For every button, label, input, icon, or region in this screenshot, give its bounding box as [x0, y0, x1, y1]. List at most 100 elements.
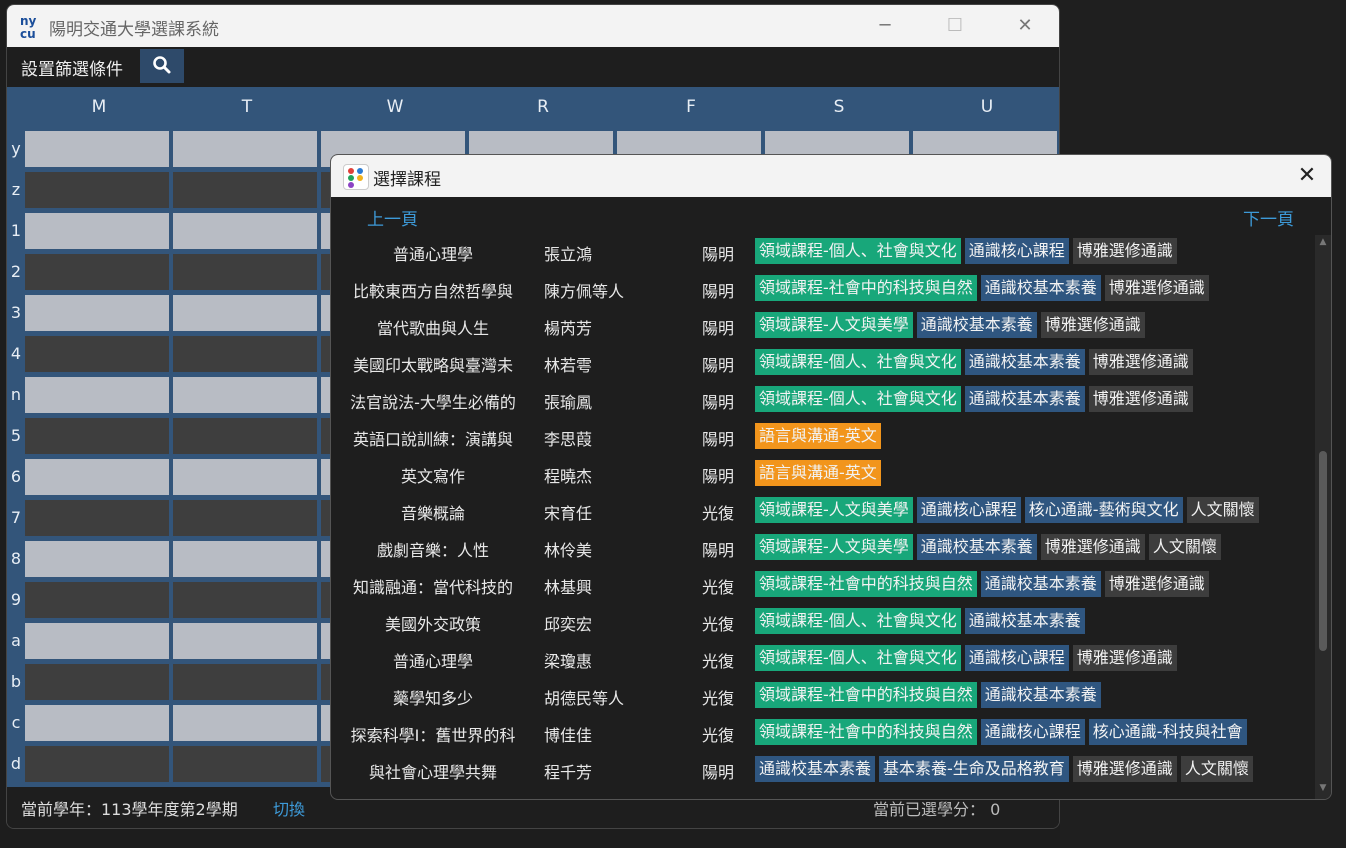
course-row[interactable]: 普通心理學 梁瓊惠 光復 領域課程-個人、社會與文化 通識核心課程 博雅選修通識	[331, 642, 1315, 679]
minimize-button[interactable]: ─	[865, 13, 905, 39]
schedule-cell[interactable]	[25, 746, 169, 782]
schedule-cell[interactable]	[25, 582, 169, 618]
schedule-cell[interactable]	[173, 541, 317, 577]
course-row[interactable]: 探索科學I：舊世界的科 博佳佳 光復 領域課程-社會中的科技與自然 通識核心課程 核心通識…	[331, 716, 1315, 753]
schedule-cell[interactable]	[25, 500, 169, 536]
nycu-logo-icon: ny cu	[20, 14, 37, 39]
period-label-9: 9	[10, 590, 22, 609]
course-row[interactable]: 與社會心理學共舞 程千芳 陽明 通識校基本素養 基本素養-生命及品格教育 博雅選修通識 人文…	[331, 753, 1315, 790]
window-title: 陽明交通大學選課系統	[49, 20, 219, 40]
schedule-cell[interactable]	[25, 418, 169, 454]
schedule-cell[interactable]	[173, 582, 317, 618]
course-name: 美國印太戰略與臺灣未	[352, 356, 513, 375]
current-term-label: 當前學年：113學年度第2學期	[21, 800, 238, 819]
schedule-cell[interactable]	[173, 705, 317, 741]
course-name: 普通心理學	[392, 652, 473, 671]
scrollbar[interactable]: ▲ ▼	[1315, 235, 1331, 799]
course-tag: 通識校基本素養	[964, 349, 1085, 375]
search-button[interactable]	[140, 49, 184, 83]
schedule-cell[interactable]	[25, 295, 169, 331]
course-row[interactable]: 英文寫作 程曉杰 陽明 語言與溝通-英文	[331, 457, 1315, 494]
schedule-cell[interactable]	[173, 213, 317, 249]
scroll-down-icon[interactable]: ▼	[1318, 783, 1328, 793]
course-teacher: 邱奕宏	[544, 615, 593, 634]
schedule-cell[interactable]	[173, 746, 317, 782]
schedule-cell[interactable]	[173, 254, 317, 290]
course-tags: 領域課程-個人、社會與文化 通識校基本素養	[755, 608, 1089, 634]
course-row[interactable]: 比較東西方自然哲學與 陳方佩等人 陽明 領域課程-社會中的科技與自然 通識校基本素養 博雅…	[331, 272, 1315, 309]
period-label-4: 4	[10, 344, 22, 363]
course-tag: 人文關懷	[1186, 497, 1259, 523]
course-tag: 博雅選修通識	[1040, 534, 1145, 560]
course-name: 英語口說訓練：演講與	[352, 430, 513, 449]
course-tag: 通識校基本素養	[980, 571, 1101, 597]
prev-page-link[interactable]: 上一頁	[367, 205, 418, 230]
course-tag: 語言與溝通-英文	[755, 423, 881, 449]
course-row[interactable]: 法官說法-大學生必備的 張瑜鳳 陽明 領域課程-個人、社會與文化 通識校基本素養 博雅選修…	[331, 383, 1315, 420]
scroll-thumb[interactable]	[1319, 451, 1327, 651]
course-row[interactable]: 當代歌曲與人生 楊芮芳 陽明 領域課程-人文與美學 通識校基本素養 博雅選修通識	[331, 309, 1315, 346]
schedule-cell[interactable]	[25, 664, 169, 700]
schedule-cell[interactable]	[173, 623, 317, 659]
course-campus: 光復	[702, 689, 735, 708]
course-row[interactable]: 知識融通：當代科技的 林基興 光復 領域課程-社會中的科技與自然 通識校基本素養 博雅選修…	[331, 568, 1315, 605]
course-tag: 核心通識-藝術與文化	[1024, 497, 1183, 523]
schedule-cell[interactable]	[25, 336, 169, 372]
course-name: 與社會心理學共舞	[368, 763, 497, 782]
course-tag: 領域課程-社會中的科技與自然	[755, 719, 977, 745]
course-tags: 領域課程-人文與美學 通識核心課程 核心通識-藝術與文化 人文關懷	[755, 497, 1263, 523]
course-row[interactable]: 英語口說訓練：演講與 李思葭 陽明 語言與溝通-英文	[331, 420, 1315, 457]
maximize-button[interactable]: ☐	[935, 13, 975, 39]
course-row[interactable]: 美國印太戰略與臺灣未 林若雩 陽明 領域課程-個人、社會與文化 通識校基本素養 博雅選修通…	[331, 346, 1315, 383]
period-label-c: c	[11, 713, 21, 732]
course-campus: 光復	[702, 504, 735, 523]
period-label-2: 2	[10, 262, 22, 281]
schedule-cell[interactable]	[173, 336, 317, 372]
course-tag: 領域課程-社會中的科技與自然	[755, 275, 977, 301]
course-row[interactable]: 音樂概論 宋育任 光復 領域課程-人文與美學 通識核心課程 核心通識-藝術與文化 人文關懷	[331, 494, 1315, 531]
period-label-1: 1	[10, 221, 22, 240]
svg-text:ny: ny	[20, 14, 37, 28]
schedule-cell[interactable]	[173, 664, 317, 700]
schedule-cell[interactable]	[173, 418, 317, 454]
course-row[interactable]: 美國外交政策 邱奕宏 光復 領域課程-個人、社會與文化 通識校基本素養	[331, 605, 1315, 642]
course-tags: 領域課程-個人、社會與文化 通識校基本素養 博雅選修通識	[755, 349, 1197, 375]
schedule-cell[interactable]	[25, 377, 169, 413]
schedule-cell[interactable]	[25, 705, 169, 741]
schedule-cell[interactable]	[25, 623, 169, 659]
schedule-cell[interactable]	[25, 254, 169, 290]
course-row[interactable]: 藥學知多少 胡德民等人 光復 領域課程-社會中的科技與自然 通識校基本素養	[331, 679, 1315, 716]
course-tag: 人文關懷	[1180, 756, 1253, 782]
course-row[interactable]: 戲劇音樂：人性 林伶美 陽明 領域課程-人文與美學 通識校基本素養 博雅選修通識 人文關懷	[331, 531, 1315, 568]
course-tags: 領域課程-社會中的科技與自然 通識校基本素養 博雅選修通識	[755, 275, 1213, 301]
switch-term-link[interactable]: 切換	[273, 796, 305, 820]
course-name: 普通心理學	[392, 245, 473, 264]
course-campus: 光復	[702, 652, 735, 671]
schedule-cell[interactable]	[173, 172, 317, 208]
schedule-cell[interactable]	[173, 500, 317, 536]
schedule-cell[interactable]	[25, 213, 169, 249]
schedule-cell[interactable]	[25, 459, 169, 495]
period-label-7: 7	[10, 508, 22, 527]
course-tag: 通識校基本素養	[980, 682, 1101, 708]
course-tag: 博雅選修通識	[1104, 571, 1209, 597]
next-page-link[interactable]: 下一頁	[1243, 205, 1294, 230]
schedule-cell[interactable]	[25, 541, 169, 577]
schedule-cell[interactable]	[173, 377, 317, 413]
schedule-cell[interactable]	[173, 131, 317, 167]
schedule-cell[interactable]	[25, 172, 169, 208]
dialog-close-button[interactable]: ✕	[1289, 163, 1325, 189]
course-name: 當代歌曲與人生	[376, 319, 489, 338]
period-label-5: 5	[10, 426, 22, 445]
filter-settings-button[interactable]: 設置篩選條件	[21, 55, 123, 80]
schedule-cell[interactable]	[173, 295, 317, 331]
schedule-cell[interactable]	[25, 131, 169, 167]
close-button[interactable]: ✕	[1005, 13, 1045, 39]
course-teacher: 程曉杰	[544, 467, 593, 486]
scroll-up-icon[interactable]: ▲	[1318, 237, 1328, 247]
course-teacher: 楊芮芳	[544, 319, 593, 338]
course-campus: 陽明	[702, 319, 735, 338]
course-row[interactable]: 普通心理學 張立鴻 陽明 領域課程-個人、社會與文化 通識核心課程 博雅選修通識	[331, 235, 1315, 272]
schedule-cell[interactable]	[173, 459, 317, 495]
course-tags: 領域課程-社會中的科技與自然 通識校基本素養	[755, 682, 1105, 708]
